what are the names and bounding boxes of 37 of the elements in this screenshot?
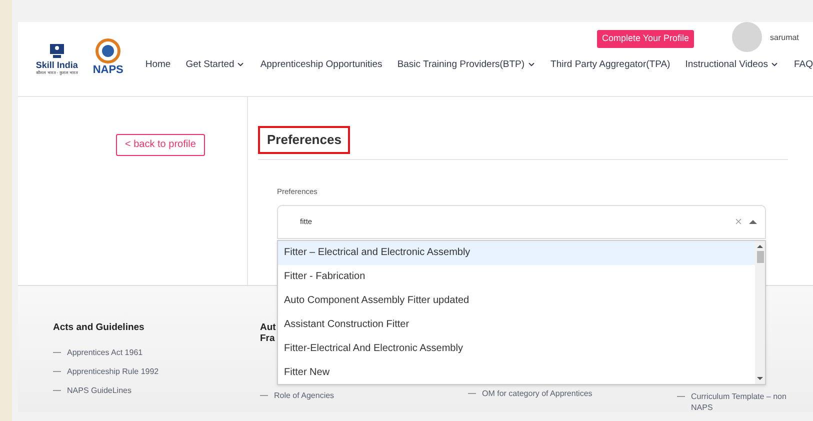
avatar[interactable]: [732, 22, 762, 52]
nav-link[interactable]: Apprenticeship Opportunities: [260, 58, 382, 72]
complete-profile-button[interactable]: Complete Your Profile: [597, 30, 694, 48]
emblem-icon: [95, 38, 122, 64]
section-title: Preferences: [258, 126, 350, 154]
computer-user-icon: [48, 42, 66, 60]
nav-link[interactable]: Third Party Aggregator(TPA): [550, 58, 670, 72]
footer-link[interactable]: Apprenticeship Rule 1992: [67, 366, 159, 377]
logo-name: Skill India: [36, 60, 78, 70]
clear-icon[interactable]: [734, 217, 743, 226]
dropdown-option[interactable]: Auto Component Assembly Fitter updated: [278, 288, 755, 312]
dropdown-option[interactable]: Assistant Construction Fitter: [278, 312, 755, 336]
footer-link[interactable]: NAPS GuideLines: [67, 385, 132, 396]
dropdown-option[interactable]: Fitter - Fabrication: [278, 264, 755, 289]
scrollbar-thumb[interactable]: [756, 251, 764, 263]
dropdown-option[interactable]: Fitter-Electrical And Electronic Assembly: [278, 336, 755, 360]
footer-link[interactable]: Role of Agencies: [274, 390, 334, 401]
nav-link[interactable]: FAQ: [794, 58, 813, 72]
logo-name: NAPS: [92, 64, 124, 76]
footer-link[interactable]: OM for category of Apprentices: [482, 388, 592, 399]
nav-link[interactable]: Instructional Videos: [685, 58, 779, 72]
scroll-up-icon[interactable]: [757, 243, 763, 249]
username[interactable]: sarumat: [770, 32, 799, 44]
naps-logo[interactable]: NAPS: [92, 38, 124, 76]
footer-heading: Aut Fra: [260, 322, 276, 344]
scroll-down-icon[interactable]: [757, 376, 763, 382]
scrollbar[interactable]: [755, 241, 765, 384]
footer-link[interactable]: Curriculum Template – non NAPS: [691, 391, 795, 413]
dropdown-option[interactable]: Fitter New: [278, 360, 755, 384]
nav-link[interactable]: Get Started: [186, 58, 246, 72]
caret-icon[interactable]: [749, 218, 757, 225]
nav-link[interactable]: Basic Training Providers(BTP): [397, 58, 536, 72]
footer-heading: Acts and Guidelines: [53, 322, 144, 333]
nav-link[interactable]: Home: [145, 58, 171, 72]
back-to-profile-button[interactable]: < back to profile: [116, 134, 205, 156]
dropdown-option[interactable]: Fitter – Electrical and Electronic Assembly: [278, 241, 755, 265]
footer-link[interactable]: Apprentices Act 1961: [67, 347, 143, 358]
